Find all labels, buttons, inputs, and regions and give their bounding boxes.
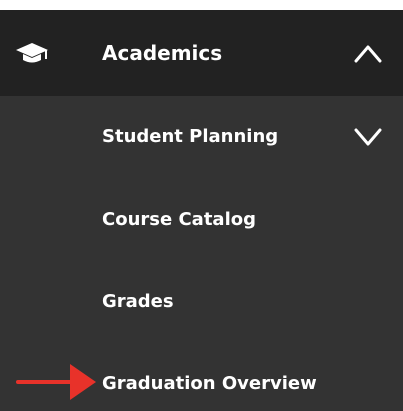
chevron-up-icon[interactable] bbox=[352, 41, 384, 65]
academics-label: Academics bbox=[102, 41, 223, 65]
academics-menu-header[interactable]: Academics bbox=[0, 10, 403, 96]
menu-item-label: Grades bbox=[102, 291, 174, 312]
menu-item-grades[interactable]: Grades bbox=[0, 273, 403, 333]
menu-item-graduation-overview[interactable]: Graduation Overview bbox=[0, 355, 403, 411]
menu-item-label: Course Catalog bbox=[102, 209, 256, 230]
menu-item-label: Student Planning bbox=[102, 126, 279, 147]
chevron-down-icon[interactable] bbox=[352, 126, 384, 148]
academics-nav-panel: Academics Student Planning Course Catalo… bbox=[0, 10, 403, 411]
menu-item-label: Graduation Overview bbox=[102, 373, 317, 394]
menu-item-student-planning[interactable]: Student Planning bbox=[0, 108, 403, 168]
menu-item-course-catalog[interactable]: Course Catalog bbox=[0, 191, 403, 251]
graduation-cap-icon bbox=[16, 43, 48, 63]
